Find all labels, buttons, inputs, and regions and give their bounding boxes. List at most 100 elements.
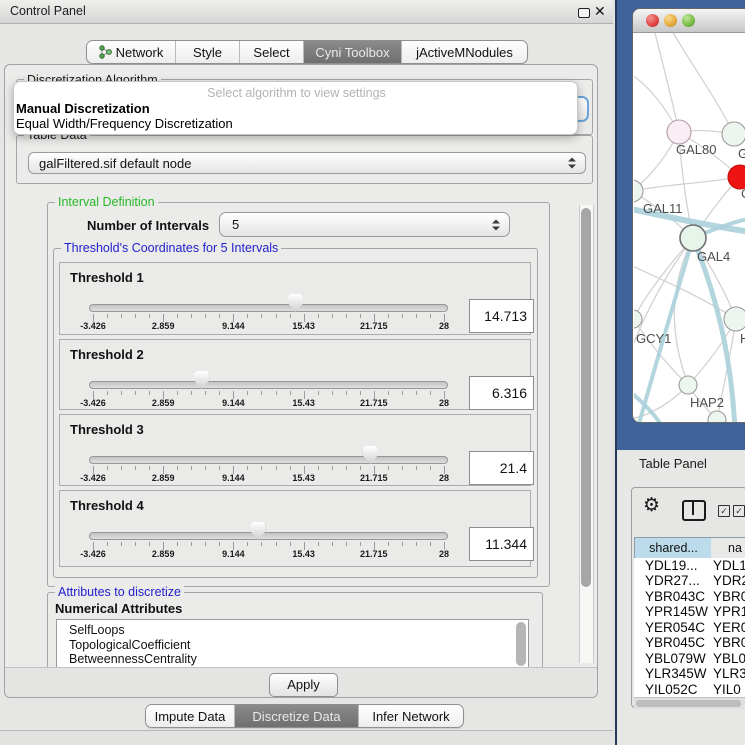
numerical-attributes-label: Numerical Attributes	[55, 601, 182, 616]
slider-tick	[261, 314, 262, 318]
table-row[interactable]: YDL19...YDL1	[634, 558, 745, 573]
close-icon[interactable]: ✕	[594, 3, 606, 20]
slider-tick	[416, 542, 417, 546]
slider-tick-label: 21.715	[352, 473, 396, 483]
network-node-HAP2[interactable]	[679, 376, 697, 394]
table-row[interactable]: YBR043CYBR0	[634, 589, 745, 604]
threshold-slider-track[interactable]	[89, 532, 448, 540]
slider-tick	[177, 466, 178, 470]
tab-infer-network[interactable]: Infer Network	[358, 705, 463, 727]
network-node-GAL4[interactable]	[680, 225, 706, 251]
table-data-combobox[interactable]: galFiltered.sif default node	[28, 152, 586, 174]
checkbox-icon[interactable]	[733, 505, 745, 517]
slider-tick-label: 9.144	[211, 473, 255, 483]
slider-tick	[205, 391, 206, 395]
cell-name: YBR0	[713, 635, 745, 650]
slider-tick	[388, 466, 389, 470]
table-row[interactable]: YER054CYER0	[634, 620, 745, 635]
slider-tick-label: 21.715	[352, 321, 396, 331]
apply-button[interactable]: Apply	[269, 673, 338, 697]
slider-tick	[416, 314, 417, 318]
slider-tick	[107, 542, 108, 546]
tab-network[interactable]: Network	[87, 41, 175, 63]
table-row[interactable]: YPR145WYPR1	[634, 604, 745, 619]
table-row[interactable]: YLR345WYLR3	[634, 666, 745, 681]
numerical-attributes-list[interactable]: SelfLoopsTopologicalCoefficientBetweenne…	[56, 619, 529, 668]
slider-tick	[135, 542, 136, 546]
slider-tick	[290, 391, 291, 395]
slider-tick	[149, 542, 150, 546]
network-node-label: H	[740, 331, 745, 346]
slider-tick-label: 15.43	[282, 473, 326, 483]
network-node-label: GCY1	[636, 331, 671, 346]
screen: Control Panel ✕ Network StyleSelectCyni T…	[0, 0, 745, 745]
cell-shared-name: YPR145W	[645, 604, 708, 619]
number-of-intervals-combobox[interactable]: 5	[219, 212, 510, 237]
table-hscrollbar-track[interactable]	[634, 697, 745, 709]
tab-discretize-data[interactable]: Discretize Data	[234, 705, 358, 727]
table-row[interactable]: YIL052CYIL0	[634, 682, 745, 697]
tab-cyni-toolbox[interactable]: Cyni Toolbox	[303, 41, 401, 63]
slider-tick	[276, 542, 277, 546]
minimize-traffic-light-icon[interactable]	[664, 14, 677, 27]
table-row[interactable]: YBR045CYBR0	[634, 635, 745, 650]
network-node-top-right[interactable]	[722, 122, 745, 146]
table-hscrollbar-thumb[interactable]	[636, 700, 741, 707]
threshold-panel-3: Threshold 3-3.4262.8599.14415.4321.71528…	[59, 414, 531, 486]
column-header-shared-name[interactable]: shared...	[634, 537, 713, 560]
attribute-list-item[interactable]: BetweennessCentrality	[57, 652, 528, 667]
gear-icon[interactable]: ⚙	[643, 495, 660, 517]
control-panel-titlebar: Control Panel ✕	[0, 0, 613, 24]
threshold-value-field[interactable]: 11.344	[469, 527, 534, 561]
tab-jactivemnodules[interactable]: jActiveMNodules	[401, 41, 527, 63]
attribute-list-item[interactable]: SelfLoops	[57, 623, 528, 638]
tab-impute-data[interactable]: Impute Data	[146, 705, 234, 727]
table-panel: ⚙ shared... na YDL19...YDL1YDR27...YDR2Y…	[631, 487, 745, 708]
network-node-GAL80[interactable]	[667, 120, 691, 144]
table-data-value: galFiltered.sif default node	[39, 156, 191, 171]
checkbox-icon[interactable]	[718, 505, 730, 517]
menu-item-manual-discretization[interactable]: Manual Discretization	[16, 101, 150, 116]
list-scrollbar-thumb[interactable]	[516, 622, 526, 666]
tab-style[interactable]: Style	[175, 41, 239, 63]
slider-tick	[247, 542, 248, 546]
tab-label: Discretize Data	[252, 709, 340, 724]
tab-select[interactable]: Select	[239, 41, 303, 63]
slider-tick	[247, 314, 248, 318]
threshold-value-field[interactable]: 21.4	[469, 451, 534, 485]
column-header-name[interactable]: na	[711, 537, 745, 560]
threshold-value-field[interactable]: 6.316	[469, 376, 534, 410]
algorithm-hint: Select algorithm to view settings	[14, 86, 579, 100]
network-node-label: GAL80	[676, 142, 716, 157]
threshold-label: Threshold 3	[70, 422, 144, 437]
settings-scrollbar-thumb[interactable]	[581, 208, 591, 587]
network-view-frame: GAL80GACGAL11GAL4GCY1HHAP2	[617, 0, 745, 450]
close-traffic-light-icon[interactable]	[646, 14, 659, 27]
combo-arrows-icon	[492, 218, 500, 231]
float-window-icon[interactable]	[578, 8, 590, 18]
menu-item-equal-width-frequency[interactable]: Equal Width/Frequency Discretization	[16, 116, 233, 131]
threshold-slider-track[interactable]	[89, 381, 448, 389]
threshold-value-field[interactable]: 14.713	[469, 299, 534, 333]
slider-tick	[416, 466, 417, 470]
slider-tick	[261, 542, 262, 546]
right-panels: GAL80GACGAL11GAL4GCY1HHAP2 Table Panel ⚙…	[615, 0, 745, 745]
threshold-slider-track[interactable]	[89, 304, 448, 312]
control-panel-title: Control Panel	[10, 4, 86, 18]
slider-tick	[402, 314, 403, 318]
threshold-slider-track[interactable]	[89, 456, 448, 464]
network-canvas[interactable]: GAL80GACGAL11GAL4GCY1HHAP2	[634, 33, 745, 423]
attribute-list-item[interactable]: TopologicalCoefficient	[57, 638, 528, 653]
zoom-traffic-light-icon[interactable]	[682, 14, 695, 27]
column-selector-icon[interactable]	[682, 500, 706, 521]
slider-tick	[402, 391, 403, 395]
slider-tick	[332, 314, 333, 318]
slider-tick-label: 28	[422, 321, 466, 331]
network-node-H-node[interactable]	[724, 307, 745, 331]
table-row[interactable]: YBL079WYBL0	[634, 651, 745, 666]
table-row[interactable]: YDR27...YDR2	[634, 573, 745, 588]
slider-tick	[318, 314, 319, 318]
network-node-label: HAP2	[690, 395, 724, 410]
tab-label: Network	[116, 45, 164, 60]
slider-tick	[191, 542, 192, 546]
